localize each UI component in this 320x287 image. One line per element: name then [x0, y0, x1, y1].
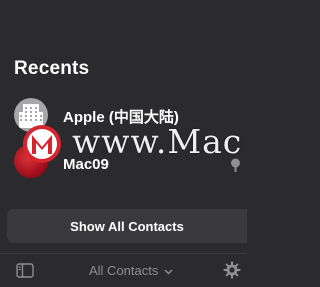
chevron-down-icon [164, 269, 173, 275]
recents-title: Recents [14, 58, 90, 79]
contact-name: Mac09 [63, 156, 109, 173]
building-icon [14, 98, 48, 132]
filter-label: All Contacts [89, 263, 159, 278]
contacts-filter-select[interactable]: All Contacts [89, 263, 173, 278]
contact-name: Apple (中国大陆) [63, 109, 179, 126]
show-all-contacts-button[interactable]: Show All Contacts [7, 209, 247, 243]
person-badge-icon [231, 158, 240, 172]
contact-row-apple[interactable]: Apple (中国大陆) [0, 94, 247, 138]
recents-panel: Recents Apple (中国大陆) Mac09 www.Mac Show … [0, 0, 247, 287]
toolbar-divider [0, 253, 247, 254]
gear-icon[interactable] [223, 261, 241, 279]
sidebar-icon[interactable] [16, 263, 34, 278]
red-sphere-avatar [14, 144, 48, 178]
contact-row-mac09[interactable]: Mac09 [0, 140, 247, 184]
